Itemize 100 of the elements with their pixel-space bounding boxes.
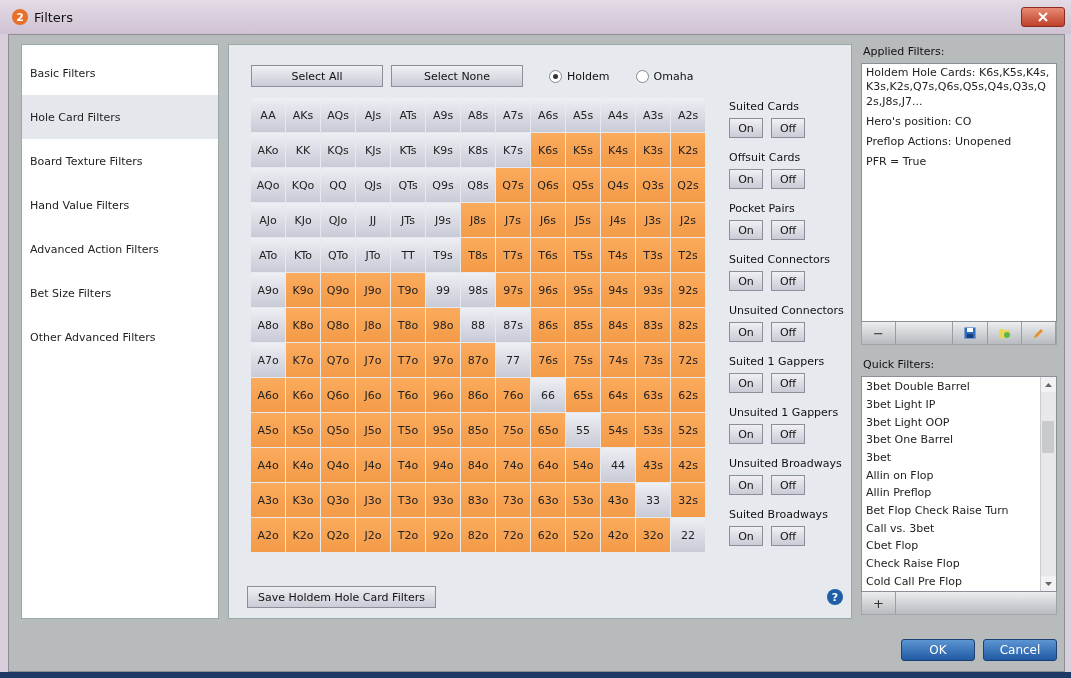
hand-cell[interactable]: 73o — [496, 483, 531, 517]
scroll-up-icon[interactable] — [1045, 382, 1052, 387]
hand-cell[interactable]: Q3s — [636, 168, 671, 202]
hand-cell[interactable]: K8o — [286, 308, 321, 342]
off-button[interactable]: Off — [771, 118, 806, 138]
hand-cell[interactable]: A2o — [251, 518, 286, 552]
hand-cell[interactable]: 42s — [671, 448, 706, 482]
hand-cell[interactable]: T6s — [531, 238, 566, 272]
hand-cell[interactable]: K3o — [286, 483, 321, 517]
hand-cell[interactable]: 95o — [426, 413, 461, 447]
hand-cell[interactable]: Q5o — [321, 413, 356, 447]
off-button[interactable]: Off — [771, 220, 806, 240]
hand-cell[interactable]: A4o — [251, 448, 286, 482]
on-button[interactable]: On — [729, 424, 764, 444]
hand-cell[interactable]: 86s — [531, 308, 566, 342]
hand-cell[interactable]: 54o — [566, 448, 601, 482]
hand-cell[interactable]: 82s — [671, 308, 706, 342]
quick-filter-item[interactable]: Check Raise Flop — [866, 554, 1036, 573]
quick-filter-item[interactable]: Bet Flop Check Raise Turn — [866, 501, 1036, 520]
hand-cell[interactable]: 54s — [601, 413, 636, 447]
hand-cell[interactable]: K5o — [286, 413, 321, 447]
hand-cell[interactable]: ATs — [391, 98, 426, 132]
hand-cell[interactable]: A3s — [636, 98, 671, 132]
hand-cell[interactable]: 43s — [636, 448, 671, 482]
hand-cell[interactable]: A6o — [251, 378, 286, 412]
save-filters-button[interactable]: Save Holdem Hole Card Filters — [247, 586, 437, 608]
hand-cell[interactable]: A3o — [251, 483, 286, 517]
hand-cell[interactable]: Q9s — [426, 168, 461, 202]
hand-cell[interactable]: T5s — [566, 238, 601, 272]
hand-cell[interactable]: QTo — [321, 238, 356, 272]
hand-cell[interactable]: QTs — [391, 168, 426, 202]
hand-cell[interactable]: Q3o — [321, 483, 356, 517]
hand-cell[interactable]: Q7s — [496, 168, 531, 202]
hand-cell[interactable]: QQ — [321, 168, 356, 202]
hand-cell[interactable]: KTs — [391, 133, 426, 167]
hand-cell[interactable]: K4s — [601, 133, 636, 167]
hand-cell[interactable]: Q8s — [461, 168, 496, 202]
hand-cell[interactable]: A5s — [566, 98, 601, 132]
hand-cell[interactable]: A6s — [531, 98, 566, 132]
hand-cell[interactable]: 22 — [671, 518, 706, 552]
hand-cell[interactable]: 44 — [601, 448, 636, 482]
hand-cell[interactable]: T9s — [426, 238, 461, 272]
hand-cell[interactable]: K9o — [286, 273, 321, 307]
hand-cell[interactable]: AA — [251, 98, 286, 132]
quick-filter-item[interactable]: 3bet — [866, 448, 1036, 467]
hand-cell[interactable]: 96o — [426, 378, 461, 412]
hand-cell[interactable]: 85o — [461, 413, 496, 447]
hand-cell[interactable]: KJo — [286, 203, 321, 237]
hand-cell[interactable]: 77 — [496, 343, 531, 377]
hand-cell[interactable]: QJs — [356, 168, 391, 202]
on-button[interactable]: On — [729, 220, 764, 240]
hand-cell[interactable]: JTo — [356, 238, 391, 272]
hand-cell[interactable]: KK — [286, 133, 321, 167]
cancel-button[interactable]: Cancel — [983, 639, 1057, 661]
hand-cell[interactable]: J6s — [531, 203, 566, 237]
off-button[interactable]: Off — [771, 475, 806, 495]
hand-cell[interactable]: J8o — [356, 308, 391, 342]
hand-cell[interactable]: 85s — [566, 308, 601, 342]
hand-cell[interactable]: Q6s — [531, 168, 566, 202]
off-button[interactable]: Off — [771, 424, 806, 444]
hand-cell[interactable]: J4o — [356, 448, 391, 482]
hand-cell[interactable]: A7o — [251, 343, 286, 377]
off-button[interactable]: Off — [771, 271, 806, 291]
hand-cell[interactable]: 74s — [601, 343, 636, 377]
on-button[interactable]: On — [729, 322, 764, 342]
hand-cell[interactable]: 93s — [636, 273, 671, 307]
hand-cell[interactable]: KQo — [286, 168, 321, 202]
hand-cell[interactable]: 84s — [601, 308, 636, 342]
quick-filter-item[interactable]: Cold Call Pre Flop — [866, 572, 1036, 591]
hand-cell[interactable]: K2o — [286, 518, 321, 552]
sidebar-item[interactable]: Hole Card Filters — [22, 95, 219, 139]
hand-cell[interactable]: 98s — [461, 273, 496, 307]
hand-cell[interactable]: T3o — [391, 483, 426, 517]
hand-cell[interactable]: K3s — [636, 133, 671, 167]
hand-cell[interactable]: AJo — [251, 203, 286, 237]
hand-cell[interactable]: 66 — [531, 378, 566, 412]
select-all-button[interactable]: Select All — [251, 65, 384, 87]
hand-cell[interactable]: J4s — [601, 203, 636, 237]
hand-cell[interactable]: K7s — [496, 133, 531, 167]
hand-cell[interactable]: J2s — [671, 203, 706, 237]
hand-cell[interactable]: 74o — [496, 448, 531, 482]
hand-cell[interactable]: T9o — [391, 273, 426, 307]
hand-cell[interactable]: 64o — [531, 448, 566, 482]
scroll-down-icon[interactable] — [1045, 581, 1052, 586]
hand-cell[interactable]: A7s — [496, 98, 531, 132]
on-button[interactable]: On — [729, 526, 764, 546]
ok-button[interactable]: OK — [901, 639, 975, 661]
hand-cell[interactable]: 55 — [566, 413, 601, 447]
hand-cell[interactable]: 63s — [636, 378, 671, 412]
quick-filter-item[interactable]: 3bet One Barrel — [866, 431, 1036, 449]
hand-cell[interactable]: 53o — [566, 483, 601, 517]
hand-cell[interactable]: T7s — [496, 238, 531, 272]
hand-cell[interactable]: J8s — [461, 203, 496, 237]
select-none-button[interactable]: Select None — [391, 65, 524, 87]
hand-cell[interactable]: J3o — [356, 483, 391, 517]
hand-cell[interactable]: J5o — [356, 413, 391, 447]
hand-cell[interactable]: 94s — [601, 273, 636, 307]
hand-cell[interactable]: 82o — [461, 518, 496, 552]
hand-cell[interactable]: 62o — [531, 518, 566, 552]
off-button[interactable]: Off — [771, 373, 806, 393]
